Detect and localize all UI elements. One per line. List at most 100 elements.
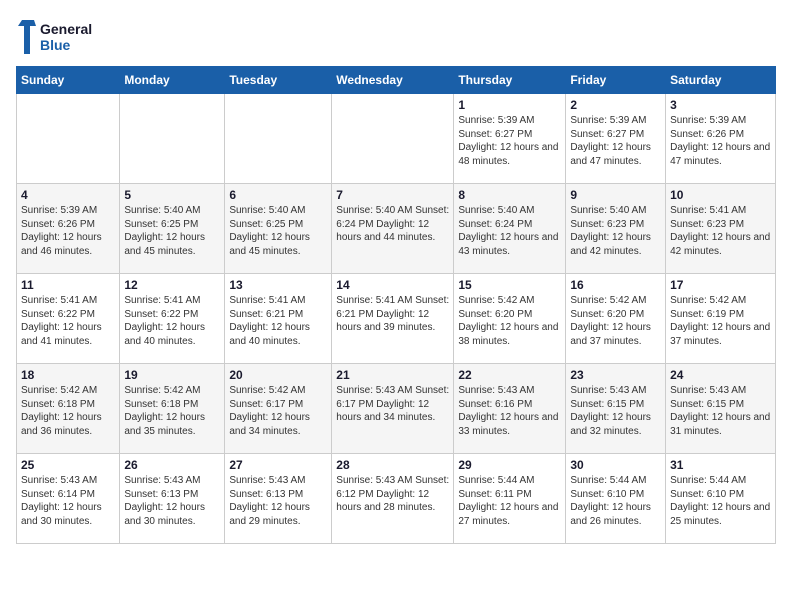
calendar-cell: 21 Sunrise: 5:43 AM Sunset: 6:17 PM Dayli… [332,364,454,454]
calendar-cell: 17 Sunrise: 5:42 AM Sunset: 6:19 PM Dayli… [666,274,776,364]
day-info: Sunrise: 5:43 AM Sunset: 6:12 PM Dayligh… [336,474,449,515]
day-info: Sunrise: 5:43 AM Sunset: 6:13 PM Dayligh… [124,474,220,528]
calendar-cell: 12 Sunrise: 5:41 AM Sunset: 6:22 PM Dayli… [120,274,225,364]
day-number: 6 [229,188,327,202]
day-info: Sunrise: 5:39 AM Sunset: 6:27 PM Dayligh… [458,114,561,168]
svg-text:Blue: Blue [40,37,71,53]
calendar-cell [120,94,225,184]
day-number: 17 [670,278,771,292]
day-info: Sunrise: 5:40 AM Sunset: 6:25 PM Dayligh… [229,204,327,258]
calendar-cell: 9Sunrise: 5:40 AM Sunset: 6:23 PM Daylig… [566,184,666,274]
day-number: 19 [124,368,220,382]
day-info: Sunrise: 5:43 AM Sunset: 6:13 PM Dayligh… [229,474,327,528]
day-info: Sunrise: 5:44 AM Sunset: 6:10 PM Dayligh… [670,474,771,528]
weekday-header-saturday: Saturday [666,67,776,94]
calendar-cell: 24Sunrise: 5:43 AM Sunset: 6:15 PM Dayli… [666,364,776,454]
calendar-cell: 11 Sunrise: 5:41 AM Sunset: 6:22 PM Dayli… [17,274,120,364]
calendar-cell [332,94,454,184]
calendar-cell: 13 Sunrise: 5:41 AM Sunset: 6:21 PM Dayli… [225,274,332,364]
calendar-cell: 29 Sunrise: 5:44 AM Sunset: 6:11 PM Dayli… [454,454,566,544]
day-info: Sunrise: 5:44 AM Sunset: 6:11 PM Dayligh… [458,474,561,528]
day-info: Sunrise: 5:43 AM Sunset: 6:14 PM Dayligh… [21,474,115,528]
day-number: 2 [570,98,661,112]
calendar-cell: 26 Sunrise: 5:43 AM Sunset: 6:13 PM Dayli… [120,454,225,544]
calendar-cell: 22Sunrise: 5:43 AM Sunset: 6:16 PM Dayli… [454,364,566,454]
day-info: Sunrise: 5:40 AM Sunset: 6:23 PM Dayligh… [570,204,661,258]
calendar-cell: 8 Sunrise: 5:40 AM Sunset: 6:24 PM Daylig… [454,184,566,274]
calendar-cell: 31 Sunrise: 5:44 AM Sunset: 6:10 PM Dayli… [666,454,776,544]
day-number: 23 [570,368,661,382]
calendar-week-row: 1 Sunrise: 5:39 AM Sunset: 6:27 PM Daylig… [17,94,776,184]
day-info: Sunrise: 5:43 AM Sunset: 6:15 PM Dayligh… [670,384,771,438]
day-info: Sunrise: 5:42 AM Sunset: 6:18 PM Dayligh… [21,384,115,438]
calendar-cell: 5Sunrise: 5:40 AM Sunset: 6:25 PM Daylig… [120,184,225,274]
day-number: 27 [229,458,327,472]
calendar-cell: 15Sunrise: 5:42 AM Sunset: 6:20 PM Dayli… [454,274,566,364]
day-number: 1 [458,98,561,112]
calendar-cell: 3 Sunrise: 5:39 AM Sunset: 6:26 PM Daylig… [666,94,776,184]
weekday-header-tuesday: Tuesday [225,67,332,94]
weekday-header-wednesday: Wednesday [332,67,454,94]
day-info: Sunrise: 5:42 AM Sunset: 6:20 PM Dayligh… [570,294,661,348]
day-number: 14 [336,278,449,292]
calendar-cell: 28 Sunrise: 5:43 AM Sunset: 6:12 PM Dayli… [332,454,454,544]
day-info: Sunrise: 5:41 AM Sunset: 6:22 PM Dayligh… [124,294,220,348]
day-number: 13 [229,278,327,292]
day-info: Sunrise: 5:42 AM Sunset: 6:17 PM Dayligh… [229,384,327,438]
day-info: Sunrise: 5:42 AM Sunset: 6:19 PM Dayligh… [670,294,771,348]
calendar-cell: 1 Sunrise: 5:39 AM Sunset: 6:27 PM Daylig… [454,94,566,184]
calendar-header-row: SundayMondayTuesdayWednesdayThursdayFrid… [17,67,776,94]
day-info: Sunrise: 5:40 AM Sunset: 6:24 PM Dayligh… [458,204,561,258]
logo-svg: General Blue [16,16,96,58]
day-number: 26 [124,458,220,472]
day-number: 20 [229,368,327,382]
day-info: Sunrise: 5:42 AM Sunset: 6:20 PM Dayligh… [458,294,561,348]
page-header: General Blue [16,16,776,58]
day-info: Sunrise: 5:41 AM Sunset: 6:21 PM Dayligh… [336,294,449,335]
calendar-cell: 7 Sunrise: 5:40 AM Sunset: 6:24 PM Daylig… [332,184,454,274]
logo: General Blue [16,16,96,58]
calendar-cell: 30 Sunrise: 5:44 AM Sunset: 6:10 PM Dayli… [566,454,666,544]
day-info: Sunrise: 5:41 AM Sunset: 6:21 PM Dayligh… [229,294,327,348]
calendar-cell: 2 Sunrise: 5:39 AM Sunset: 6:27 PM Daylig… [566,94,666,184]
day-info: Sunrise: 5:39 AM Sunset: 6:26 PM Dayligh… [670,114,771,168]
day-info: Sunrise: 5:43 AM Sunset: 6:16 PM Dayligh… [458,384,561,438]
calendar-cell: 23 Sunrise: 5:43 AM Sunset: 6:15 PM Dayli… [566,364,666,454]
day-info: Sunrise: 5:40 AM Sunset: 6:24 PM Dayligh… [336,204,449,245]
calendar-cell: 27 Sunrise: 5:43 AM Sunset: 6:13 PM Dayli… [225,454,332,544]
day-info: Sunrise: 5:43 AM Sunset: 6:15 PM Dayligh… [570,384,661,438]
calendar-cell: 19 Sunrise: 5:42 AM Sunset: 6:18 PM Dayli… [120,364,225,454]
calendar-week-row: 25 Sunrise: 5:43 AM Sunset: 6:14 PM Dayli… [17,454,776,544]
day-number: 16 [570,278,661,292]
day-info: Sunrise: 5:44 AM Sunset: 6:10 PM Dayligh… [570,474,661,528]
day-number: 25 [21,458,115,472]
day-info: Sunrise: 5:39 AM Sunset: 6:27 PM Dayligh… [570,114,661,168]
calendar-cell: 25 Sunrise: 5:43 AM Sunset: 6:14 PM Dayli… [17,454,120,544]
calendar-cell [225,94,332,184]
day-number: 10 [670,188,771,202]
day-info: Sunrise: 5:39 AM Sunset: 6:26 PM Dayligh… [21,204,115,258]
day-number: 29 [458,458,561,472]
day-number: 30 [570,458,661,472]
weekday-header-sunday: Sunday [17,67,120,94]
day-number: 12 [124,278,220,292]
calendar-cell: 10Sunrise: 5:41 AM Sunset: 6:23 PM Dayli… [666,184,776,274]
day-number: 7 [336,188,449,202]
day-number: 3 [670,98,771,112]
calendar-cell: 20 Sunrise: 5:42 AM Sunset: 6:17 PM Dayli… [225,364,332,454]
day-info: Sunrise: 5:41 AM Sunset: 6:22 PM Dayligh… [21,294,115,348]
day-number: 11 [21,278,115,292]
day-number: 8 [458,188,561,202]
weekday-header-thursday: Thursday [454,67,566,94]
day-info: Sunrise: 5:43 AM Sunset: 6:17 PM Dayligh… [336,384,449,425]
day-number: 28 [336,458,449,472]
day-number: 31 [670,458,771,472]
weekday-header-monday: Monday [120,67,225,94]
calendar-cell [17,94,120,184]
day-info: Sunrise: 5:42 AM Sunset: 6:18 PM Dayligh… [124,384,220,438]
calendar-week-row: 4Sunrise: 5:39 AM Sunset: 6:26 PM Daylig… [17,184,776,274]
day-info: Sunrise: 5:40 AM Sunset: 6:25 PM Dayligh… [124,204,220,258]
weekday-header-friday: Friday [566,67,666,94]
calendar-cell: 14 Sunrise: 5:41 AM Sunset: 6:21 PM Dayli… [332,274,454,364]
day-number: 21 [336,368,449,382]
